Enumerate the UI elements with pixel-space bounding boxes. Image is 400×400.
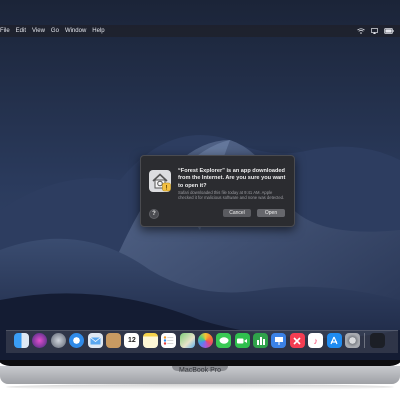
calendar-day: 12 — [127, 337, 136, 344]
help-button[interactable]: ? — [149, 209, 159, 219]
device-label: MacBook Pro — [178, 367, 222, 374]
photos-icon[interactable] — [197, 333, 213, 348]
downloads-stack-icon[interactable] — [369, 333, 385, 348]
launchpad-icon[interactable] — [50, 333, 66, 348]
menu-help[interactable]: Help — [92, 28, 104, 34]
airplay-icon[interactable] — [371, 28, 378, 34]
laptop-shadow — [6, 384, 394, 390]
svg-text:!: ! — [166, 185, 168, 191]
menu-edit[interactable]: Edit — [16, 28, 26, 34]
menu-bar: File Edit View Go Window Help — [0, 25, 400, 37]
cancel-button[interactable]: Cancel — [223, 209, 251, 217]
battery-icon[interactable] — [384, 28, 394, 34]
maps-icon[interactable] — [179, 333, 195, 348]
messages-icon[interactable] — [216, 333, 232, 348]
app-icon: ! — [149, 170, 171, 192]
system-preferences-icon[interactable] — [345, 333, 361, 348]
finder-icon[interactable] — [14, 333, 29, 348]
siri-icon[interactable] — [32, 333, 48, 348]
open-button[interactable]: Open — [257, 209, 285, 217]
facetime-icon[interactable] — [234, 333, 250, 348]
notes-icon[interactable] — [142, 333, 158, 348]
app-store-icon[interactable] — [326, 333, 342, 348]
menu-view[interactable]: View — [32, 28, 45, 34]
music-icon[interactable]: ♪ — [308, 333, 324, 348]
dock-separator — [364, 333, 366, 348]
dock: 12 ♪ — [6, 330, 398, 353]
keynote-icon[interactable] — [271, 333, 287, 348]
numbers-icon[interactable] — [253, 333, 269, 348]
dialog-detail-text: Safari downloaded this file today at 9:4… — [178, 190, 285, 201]
open-confirmation-dialog: ! “Forest Explorer” is an app downloaded… — [140, 155, 295, 227]
screen: File Edit View Go Window Help ! “Forest … — [0, 0, 400, 360]
news-icon[interactable] — [289, 333, 305, 348]
reminders-icon[interactable] — [161, 333, 177, 348]
contacts-icon[interactable] — [105, 333, 121, 348]
dialog-title: “Forest Explorer” is an app downloaded f… — [178, 168, 286, 189]
safari-icon[interactable] — [69, 333, 85, 348]
menu-window[interactable]: Window — [65, 28, 86, 34]
calendar-icon[interactable]: 12 — [124, 333, 140, 348]
menu-file[interactable]: File — [0, 28, 10, 34]
menu-go[interactable]: Go — [51, 28, 59, 34]
mail-icon[interactable] — [87, 333, 103, 348]
wifi-icon[interactable] — [357, 28, 365, 34]
